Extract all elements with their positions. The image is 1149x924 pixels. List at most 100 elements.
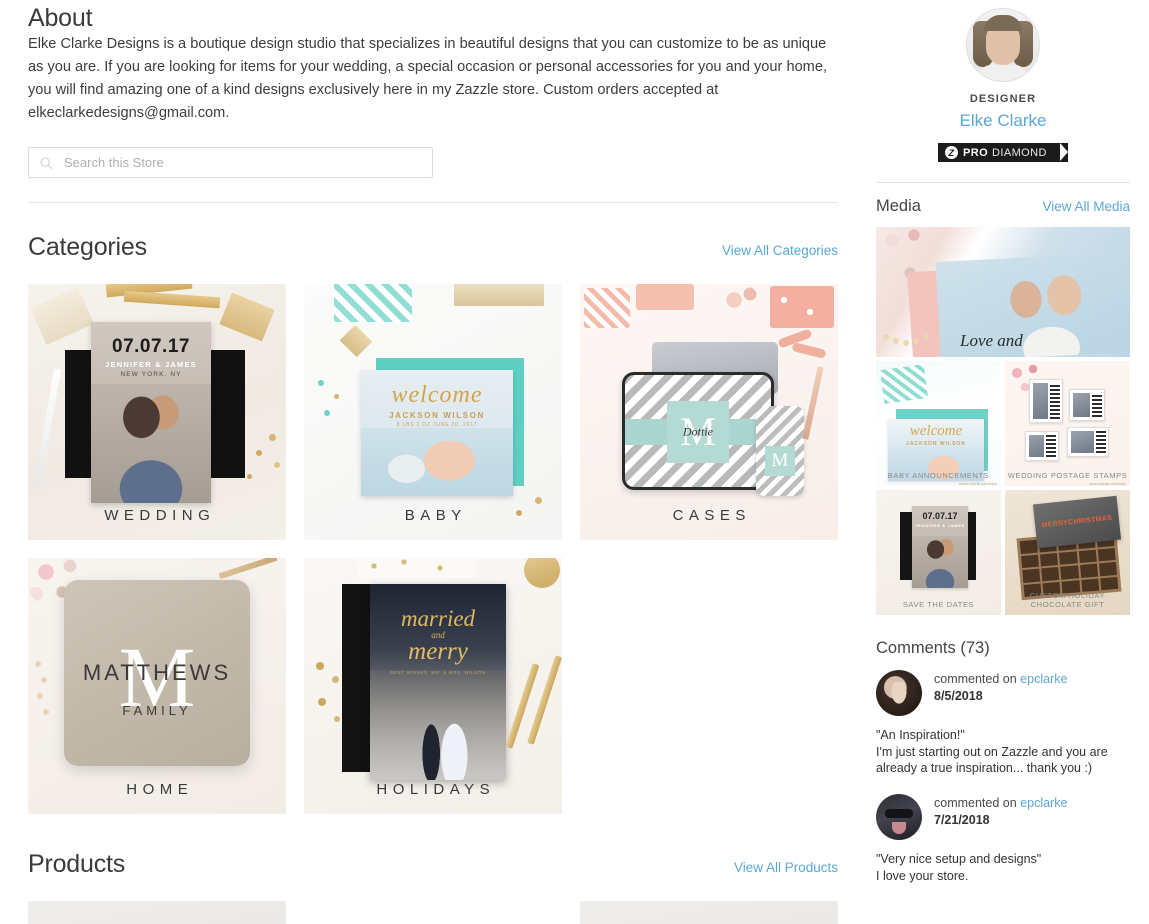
wedding-card-names: JENNIFER & JAMES [105,360,197,369]
rose-accent [718,284,760,320]
baby-card: welcome JACKSON WILSON 8 LBS 2 OZ JUNE 2… [361,370,513,496]
search-icon [40,156,53,169]
category-tile-wedding[interactable]: 07.07.17 JENNIFER & JAMES NEW YORK, NY W… [28,284,286,540]
media-caption: WEDDING POSTAGE STAMPS [1007,471,1128,480]
comment-title-quote: "Very nice setup and designs" [876,852,1042,866]
sidebar-divider [876,182,1130,183]
category-grid-empty-cell [580,558,838,814]
save-date-card: 07.07.17 JENNIFER & JAMES [912,506,968,588]
category-tile-home[interactable]: M MATTHEWS FAMILY HOME [28,558,286,814]
wedding-card-city: NEW YORK, NY [120,371,182,378]
confetti-dot [535,497,542,504]
comment-item: commented on epclarke 8/5/2018 "An Inspi… [876,670,1130,776]
comment-prefix: commented on [934,796,1017,810]
media-item-save-the-dates[interactable]: 07.07.17 JENNIFER & JAMES SAVE THE DATES [876,490,1001,615]
baby-card-name: JACKSON WILSON [389,411,485,420]
peach-accent [584,288,630,328]
media-item-chocolate-gift[interactable]: MERRYCHRISTMAS CUSTOM HOLIDAY CHOCOLATE … [1005,490,1130,615]
designer-name-link[interactable]: Elke Clarke [960,111,1047,131]
comment-store-link[interactable]: epclarke [1020,796,1067,810]
avatar-hair-top [984,15,1022,31]
product-tile[interactable] [580,901,838,924]
category-label: CASES [672,507,751,524]
phone-monogram: M [765,446,795,476]
cases-scene: M Dottie M [580,284,838,540]
products-grid [28,901,838,924]
peach-accent [636,284,694,310]
comment-header: commented on epclarke 7/21/2018 [876,794,1130,840]
laptop-sleeve: M Dottie [622,372,774,490]
category-tile-holidays[interactable]: married and merry BEST WISHES, MR. & MRS… [304,558,562,814]
paperclip [791,342,827,359]
confetti-dot [318,698,326,706]
confetti-dot [269,434,276,441]
store-page: About Elke Clarke Designs is a boutique … [0,0,1149,924]
pearl-decor [880,327,934,347]
comment-header: commented on epclarke 8/5/2018 [876,670,1130,716]
category-tile-cases[interactable]: M Dottie M CASES [580,284,838,540]
confetti-dot [247,474,252,479]
gift-box [358,558,476,578]
pro-diamond-badge[interactable]: Z PRO DIAMOND [938,143,1068,162]
media-item-wedding-stamps[interactable]: WEDDING POSTAGE STAMPS www.zazzle.com/ep… [1005,361,1130,486]
badge-tier-text: DIAMOND [992,146,1047,159]
comment-meta: commented on epclarke 8/5/2018 [934,670,1067,703]
comment-item: commented on epclarke 7/21/2018 "Very ni… [876,794,1130,884]
wedding-card-date: 07.07.17 [112,336,190,357]
comments-title: Comments (73) [876,639,990,657]
pearl-strand [30,654,60,734]
media-grid: welcome JACKSON WILSON BABY ANNOUNCEMENT… [876,361,1130,615]
pen-accent [33,368,62,486]
store-search[interactable] [28,147,433,178]
comment-meta: commented on epclarke 7/21/2018 [934,794,1067,827]
comment-store-link[interactable]: epclarke [1020,672,1067,686]
product-tile[interactable] [28,901,286,924]
comment-date: 7/21/2018 [934,813,990,827]
category-label: BABY [404,507,467,524]
wedding-card: 07.07.17 JENNIFER & JAMES NEW YORK, NY [91,322,211,503]
media-item-hero[interactable]: Love and [876,227,1130,357]
media-caption: SAVE THE DATES [902,600,975,609]
baby-card-script: welcome [909,423,963,439]
zazzle-z-icon: Z [945,146,958,159]
confetti-dot [332,676,339,683]
gold-accent [339,324,373,358]
comment-title-quote: "An Inspiration!" [876,728,965,742]
home-scene: M MATTHEWS FAMILY [28,558,286,814]
section-divider [28,202,838,203]
baby-scene: welcome JACKSON WILSON 8 LBS 2 OZ JUNE 2… [304,284,562,540]
postage-stamp [1029,379,1063,423]
chocolate-box-lid: MERRYCHRISTMAS [1032,495,1122,549]
search-input[interactable] [62,154,422,171]
holiday-card-photo [370,670,506,780]
commenter-avatar[interactable] [876,794,922,840]
holiday-card-line3: merry [408,638,468,665]
media-title: Media [876,197,921,215]
pillow-family-word: FAMILY [122,702,192,718]
commenter-avatar[interactable] [876,670,922,716]
save-date-photo [912,536,968,588]
category-tile-baby[interactable]: welcome JACKSON WILSON 8 LBS 2 OZ JUNE 2… [304,284,562,540]
sleeve-name-script: Dottie [683,424,713,439]
media-url: www.zazzle.com/epc [1088,481,1126,486]
avatar[interactable] [966,8,1040,82]
gold-accent [123,290,221,309]
media-header: Media View All Media [876,197,1130,216]
media-item-baby-announcements[interactable]: welcome JACKSON WILSON BABY ANNOUNCEMENT… [876,361,1001,486]
gold-box [454,284,544,306]
postage-stamp [1025,431,1059,461]
media-url: www.zazzle.com/epcl [958,481,997,486]
category-label: HOLIDAYS [376,781,496,798]
comment-body: I'm just starting out on Zazzle and you … [876,745,1108,775]
view-all-media-link[interactable]: View All Media [1042,199,1130,214]
view-all-products-link[interactable]: View All Products [734,860,838,875]
comment-context: commented on epclarke [934,672,1067,686]
confetti-dot [334,394,339,399]
comment-prefix: commented on [934,672,1017,686]
view-all-categories-link[interactable]: View All Categories [722,243,838,258]
confetti-dot [274,462,280,468]
category-label: WEDDING [104,507,216,524]
holidays-scene: married and merry BEST WISHES, MR. & MRS… [304,558,562,814]
throw-pillow: M MATTHEWS FAMILY [64,580,250,766]
comment-context: commented on epclarke [934,796,1067,810]
